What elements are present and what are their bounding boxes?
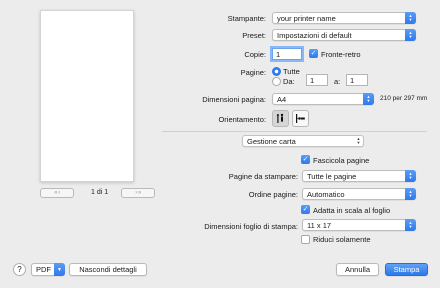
pdf-menu-button[interactable]: PDF ▼ xyxy=(31,263,65,276)
printer-value: your printer name xyxy=(277,13,336,23)
preset-label: Preset: xyxy=(242,31,266,40)
chevron-updown-icon: ▲ ▼ xyxy=(405,170,416,182)
dest-paper-size-popup[interactable]: 11 x 17 ▲ ▼ xyxy=(302,219,416,231)
portrait-person-icon xyxy=(276,113,284,123)
duplex-label: Fronte-retro xyxy=(321,50,361,59)
copies-label: Copie: xyxy=(244,50,266,59)
printer-popup[interactable]: your printer name ▲ ▼ xyxy=(272,12,416,24)
chevron-updown-icon: ▲ ▼ xyxy=(405,188,416,200)
dest-paper-size-label: Dimensioni foglio di stampa: xyxy=(204,222,298,231)
landscape-orientation-button[interactable] xyxy=(292,110,309,127)
duplex-checkbox[interactable]: ✓ xyxy=(309,49,318,58)
orientation-label: Orientamento: xyxy=(218,115,266,124)
pages-range-radio[interactable] xyxy=(272,77,281,86)
chevron-updown-icon: ▲ ▼ xyxy=(405,12,416,24)
page-order-value: Automatico xyxy=(307,189,345,199)
section-divider xyxy=(162,131,427,132)
page-indicator: 1 di 1 xyxy=(91,189,109,196)
landscape-person-icon xyxy=(296,114,305,123)
preset-value: Impostazioni di default xyxy=(277,30,352,40)
scale-to-fit-label: Adatta in scala al foglio xyxy=(313,206,391,215)
page-order-popup[interactable]: Automatico ▲ ▼ xyxy=(302,188,416,200)
pages-to-label: a: xyxy=(334,77,341,86)
next-last-page-buttons[interactable]: › » xyxy=(121,188,155,198)
pages-to-print-popup[interactable]: Tutte le pagine ▲ ▼ xyxy=(302,170,416,182)
pages-to-print-value: Tutte le pagine xyxy=(307,171,357,181)
hide-details-button[interactable]: Nascondi dettagli xyxy=(69,263,147,276)
collate-checkbox[interactable]: ✓ xyxy=(301,155,310,164)
print-button[interactable]: Stampa xyxy=(385,263,428,276)
page-size-popup[interactable]: A4 ▲ ▼ xyxy=(272,93,374,105)
copies-field[interactable]: 1 xyxy=(272,48,302,60)
pages-range-label: Da: xyxy=(283,77,295,86)
collate-label: Fascicola pagine xyxy=(313,156,370,165)
scale-to-fit-checkbox[interactable]: ✓ xyxy=(301,205,310,214)
chevron-updown-icon: ▲ ▼ xyxy=(356,136,361,145)
dest-paper-size-value: 11 x 17 xyxy=(307,220,332,230)
scale-down-only-label: Riduci solamente xyxy=(313,235,371,244)
page-preview xyxy=(40,10,134,182)
page-order-label: Ordine pagine: xyxy=(248,190,298,199)
printer-label: Stampante: xyxy=(227,14,266,23)
portrait-orientation-button[interactable] xyxy=(272,110,289,127)
chevron-updown-icon: ▲ ▼ xyxy=(405,219,416,231)
chevron-updown-icon: ▲ ▼ xyxy=(405,29,416,41)
pages-all-label: Tutte xyxy=(283,67,300,76)
section-value: Gestione carta xyxy=(247,136,296,146)
cancel-button[interactable]: Annulla xyxy=(336,263,379,276)
scale-down-only-checkbox[interactable] xyxy=(301,235,310,244)
first-prev-page-buttons[interactable]: « ‹ xyxy=(40,188,74,198)
page-size-dimensions: 210 per 297 mm xyxy=(380,95,428,102)
pages-to-field[interactable]: 1 xyxy=(346,74,368,86)
page-size-label: Dimensioni pagina: xyxy=(202,95,266,104)
section-popup[interactable]: Gestione carta ▲ ▼ xyxy=(242,135,364,147)
pages-all-radio[interactable] xyxy=(272,67,281,76)
pages-label: Pagine: xyxy=(240,68,266,77)
pages-to-print-label: Pagine da stampare: xyxy=(228,172,298,181)
pdf-label: PDF xyxy=(36,265,51,274)
help-button[interactable]: ? xyxy=(13,263,26,276)
page-size-value: A4 xyxy=(277,94,287,104)
chevron-down-icon: ▼ xyxy=(54,263,65,276)
pages-from-field[interactable]: 1 xyxy=(306,74,328,86)
preset-popup[interactable]: Impostazioni di default ▲ ▼ xyxy=(272,29,416,41)
chevron-updown-icon: ▲ ▼ xyxy=(363,93,374,105)
